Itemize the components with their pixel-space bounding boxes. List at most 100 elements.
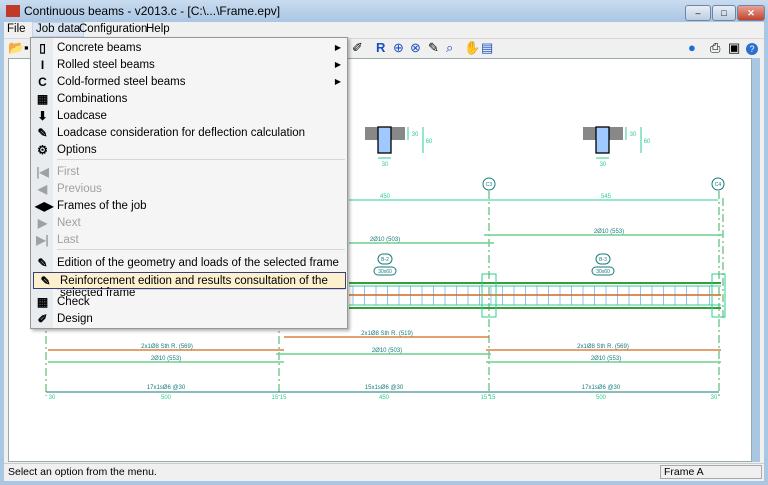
menu-item-concrete-beams[interactable]: ▯ Concrete beams ▶ (31, 40, 347, 57)
reinforcement-edit-icon: ✎ (40, 274, 51, 288)
menu-item-label: Rolled steel beams (57, 59, 155, 71)
bar-label: 2x1Ø8 Sth R. (569) (141, 344, 193, 350)
help-icon[interactable]: ? (746, 43, 758, 55)
menu-item-label: Design (57, 313, 93, 325)
pen-icon[interactable]: ✐ (352, 41, 363, 55)
redraw-icon[interactable]: R (376, 41, 385, 55)
pan-hand-icon[interactable]: ✋ (464, 41, 480, 55)
column-label: C4 (715, 182, 722, 188)
dim-label: 450 (379, 395, 390, 401)
submenu-arrow-icon: ▶ (334, 60, 341, 69)
menu-item-label: Edition of the geometry and loads of the… (57, 257, 339, 269)
top-bar-label: 2Ø10 (503) (370, 237, 400, 243)
last-icon: ▶| (36, 233, 49, 247)
section-width: 30 (600, 162, 607, 168)
menu-item-label: Check (57, 296, 90, 308)
open-folder-icon[interactable]: 📂 (8, 41, 24, 55)
bar-label: 2x1Ø8 Sth R. (569) (577, 344, 629, 350)
menu-separator (57, 249, 345, 250)
bar-label: 2x1Ø8 Sth R. (519) (361, 331, 413, 337)
menu-item-last[interactable]: ▶| Last (31, 232, 347, 249)
menu-separator (57, 159, 345, 160)
menu-help[interactable]: Help (146, 23, 170, 35)
status-message: Select an option from the menu. (8, 466, 157, 478)
menu-item-design[interactable]: ✐ Design (31, 311, 347, 328)
vertical-scrollbar[interactable] (752, 58, 760, 462)
menu-item-first[interactable]: |◀ First (31, 164, 347, 181)
bar-label: 2Ø10 (553) (151, 356, 181, 362)
menu-separator (57, 289, 345, 290)
dim-label: 15 15 (480, 395, 496, 401)
span-length: 450 (380, 194, 391, 200)
menu-job-data[interactable]: Job data (32, 22, 85, 37)
span-length: 545 (601, 194, 612, 200)
dim-label: 500 (596, 395, 607, 401)
job-data-menu: ▯ Concrete beams ▶ I Rolled steel beams ▶ C Col… (30, 37, 348, 329)
minimize-button[interactable]: – (685, 5, 711, 21)
loadcase-icon: ⬇ (37, 109, 48, 123)
submenu-arrow-icon: ▶ (334, 77, 341, 86)
menu-item-loadcase[interactable]: ⬇ Loadcase (31, 108, 347, 125)
menu-item-label: Frames of the job (57, 200, 147, 212)
stirrup-label: 17x1sØ6 @30 (147, 385, 186, 391)
status-bar: Select an option from the menu. Frame A (4, 463, 764, 479)
menu-item-previous[interactable]: ◀ Previous (31, 181, 347, 198)
bar-label: 2Ø10 (503) (372, 348, 402, 354)
status-frame: Frame A (660, 465, 762, 479)
menu-item-rolled-steel-beams[interactable]: I Rolled steel beams ▶ (31, 57, 347, 74)
save-icon[interactable]: ▪ (24, 41, 29, 55)
window-title: Continuous beams - v2013.c - [C:\...\Fra… (24, 4, 281, 18)
print-preview-icon[interactable]: ▤ (481, 41, 493, 55)
close-button[interactable]: ✕ (737, 5, 765, 21)
options-icon: ⚙ (37, 143, 48, 157)
beam-size: 30x60 (378, 269, 392, 275)
menu-file[interactable]: File (7, 23, 26, 35)
menu-item-frames-of-the-job[interactable]: ◀▶ Frames of the job (31, 198, 347, 215)
previous-icon: ◀ (37, 182, 48, 196)
menu-item-reinforcement-edition-and-results-consultation-of-the-selected-frame[interactable]: ✎ Reinforcement edition and results consu… (33, 272, 346, 299)
zoom-all-icon[interactable]: ⊕ (393, 41, 404, 55)
printer-icon[interactable]: ⎙ (710, 41, 720, 55)
submenu-arrow-icon: ▶ (334, 43, 341, 52)
menu-item-edition-of-the-geometry-and-loads-of-the-selected-frame[interactable]: ✎ Edition of the geometry and loads of th… (31, 255, 347, 272)
concrete-beam-icon: ▯ (39, 41, 46, 55)
menu-item-label: Loadcase consideration for deflection ca… (57, 127, 306, 139)
design-icon: ✐ (37, 312, 48, 326)
maximize-button[interactable]: □ (712, 5, 736, 21)
menu-item-cold-formed-steel-beams[interactable]: C Cold-formed steel beams ▶ (31, 74, 347, 91)
menu-item-combinations[interactable]: ▦ Combinations (31, 91, 347, 108)
export-icon[interactable]: ▣ (728, 41, 740, 55)
pencil-icon[interactable]: ✎ (428, 41, 439, 55)
stirrup-label: 15x1sØ6 @30 (365, 385, 404, 391)
i-beam-icon: I (40, 58, 45, 72)
menu-item-label: Concrete beams (57, 42, 142, 54)
check-icon: ▦ (36, 295, 49, 309)
menu-item-options[interactable]: ⚙ Options (31, 142, 347, 159)
dim-label: 15 15 (271, 395, 287, 401)
globe-icon[interactable]: ● (688, 41, 696, 55)
top-bar-label: 2Ø10 (553) (594, 229, 624, 235)
beam-name: B-2 (381, 257, 389, 263)
dim-label: 500 (161, 395, 172, 401)
section-depth: 60 (426, 139, 433, 145)
section-web (377, 126, 392, 154)
menu-item-label: Next (57, 217, 81, 229)
c-section-icon: C (38, 75, 47, 89)
frames-icon: ◀▶ (35, 199, 54, 213)
section-width: 30 (382, 162, 389, 168)
beam-size: 30x60 (596, 269, 610, 275)
dim-label: 30 (711, 395, 718, 401)
menu-item-label: Combinations (57, 93, 128, 105)
section-flange-dim: 30 (630, 132, 637, 138)
geometry-edit-icon: ✎ (37, 256, 48, 270)
menu-item-loadcase-consideration-for-deflection-calculation[interactable]: ✎ Loadcase consideration for deflection c… (31, 125, 347, 142)
title-bar: Continuous beams - v2013.c - [C:\...\Fra… (0, 0, 768, 22)
menu-item-check[interactable]: ▦ Check (31, 294, 347, 311)
menu-configuration[interactable]: Configuration (79, 23, 147, 35)
menu-item-next[interactable]: ▶ Next (31, 215, 347, 232)
menu-item-label: Options (57, 144, 97, 156)
column-label: C3 (486, 182, 493, 188)
zoom-window-icon[interactable]: ⌕ (446, 41, 453, 55)
zoom-x2-icon[interactable]: ⊗ (410, 41, 421, 55)
beam-elevation (349, 273, 726, 318)
